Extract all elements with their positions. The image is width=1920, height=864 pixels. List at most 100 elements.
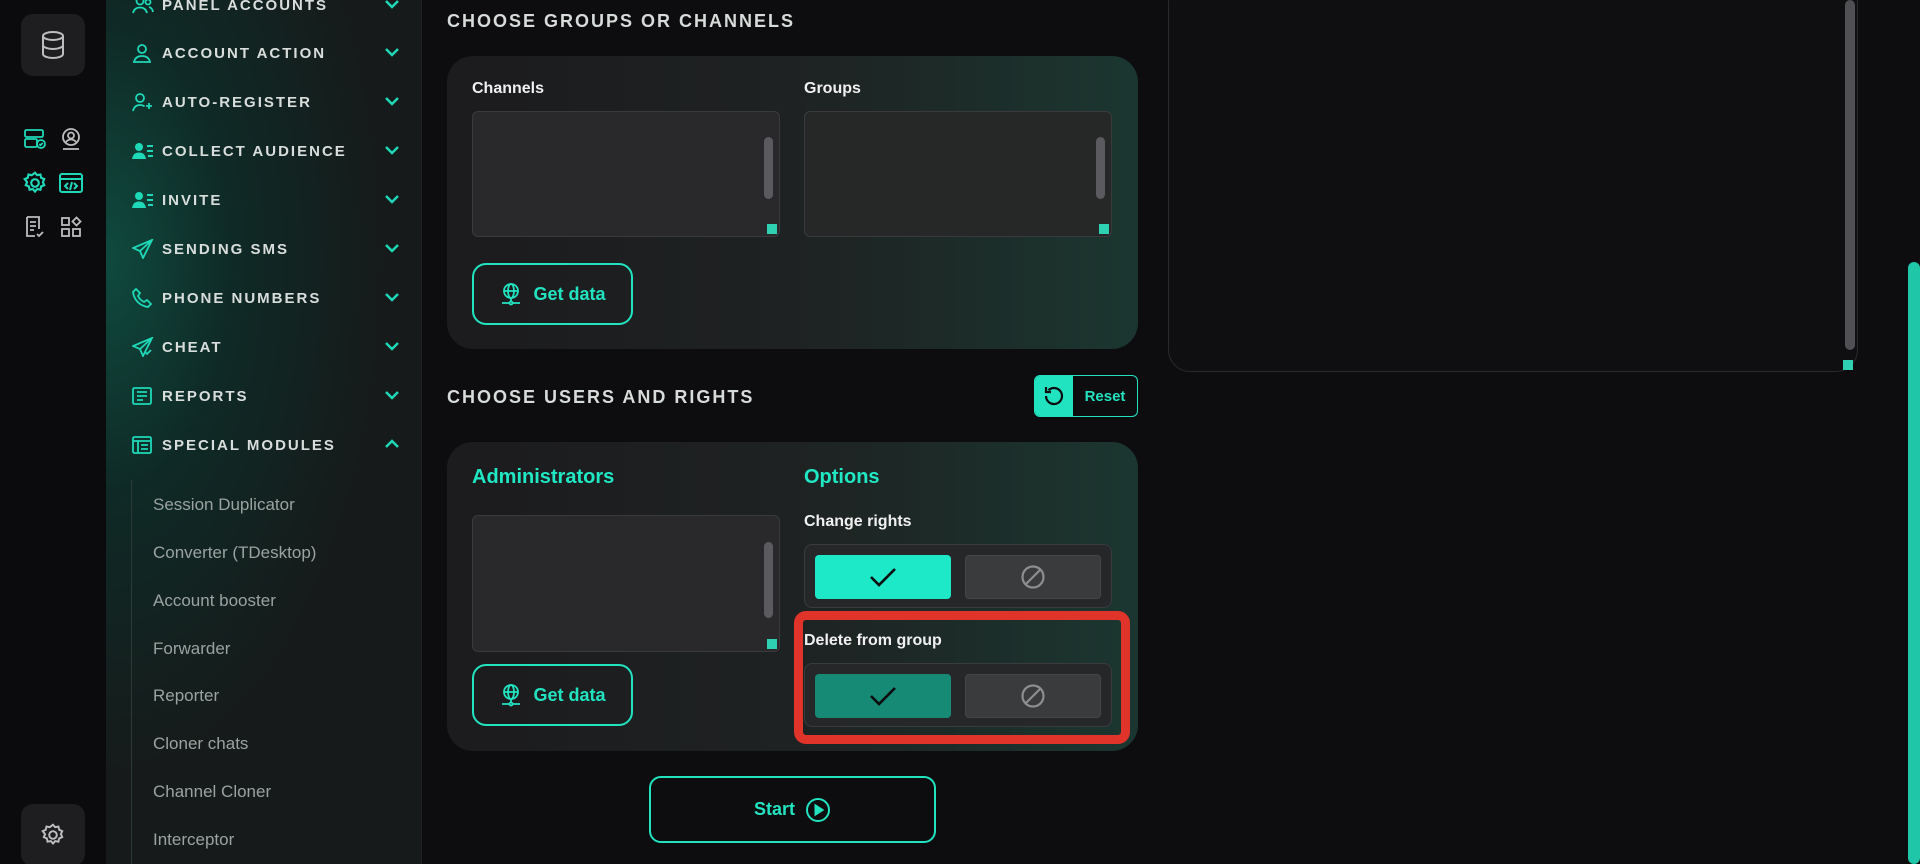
change-rights-yes-button[interactable] xyxy=(815,555,951,599)
administrators-label: Administrators xyxy=(472,466,615,488)
globe-network-icon xyxy=(502,684,521,707)
check-icon xyxy=(870,568,896,587)
chevron-down-icon xyxy=(385,0,399,9)
phone-icon xyxy=(132,287,158,309)
reset-icon-box xyxy=(1035,376,1073,416)
get-data-label: Get data xyxy=(533,283,606,304)
sidebar-item-label: ACCOUNT ACTION xyxy=(162,44,327,62)
chevron-down-icon xyxy=(385,342,399,351)
block-icon xyxy=(1021,565,1045,589)
channels-textarea[interactable] xyxy=(472,111,780,237)
sidebar-item-special-modules[interactable]: SPECIAL MODULES xyxy=(132,430,402,460)
scrollbar[interactable] xyxy=(764,542,773,618)
page-scrollbar[interactable] xyxy=(1908,262,1920,864)
resize-handle[interactable] xyxy=(767,224,777,234)
settings-gear-icon[interactable] xyxy=(22,170,48,196)
submenu-item[interactable]: Forwarder xyxy=(153,639,230,659)
sidebar-item-cheat[interactable]: CHEAT xyxy=(132,332,402,362)
chevron-down-icon xyxy=(385,48,399,57)
chevron-down-icon xyxy=(385,244,399,253)
sidebar-item-label: PHONE NUMBERS xyxy=(162,289,322,307)
output-scrollbar[interactable] xyxy=(1845,0,1855,350)
sidebar-item-label: REPORTS xyxy=(162,387,249,405)
sidebar-item-sending-sms[interactable]: SENDING SMS xyxy=(132,234,402,264)
reset-button[interactable]: Reset xyxy=(1034,375,1138,417)
sidebar-item-collect-audience[interactable]: COLLECT AUDIENCE xyxy=(132,136,402,166)
resize-handle[interactable] xyxy=(1843,360,1853,370)
options-label: Options xyxy=(804,466,880,488)
resize-handle[interactable] xyxy=(767,639,777,649)
groups-label: Groups xyxy=(804,80,861,97)
groups-section-title: CHOOSE GROUPS OR CHANNELS xyxy=(447,11,796,31)
chevron-down-icon xyxy=(385,146,399,155)
submenu-item[interactable]: Converter (TDesktop) xyxy=(153,543,316,563)
icon-rail xyxy=(0,0,106,864)
reset-label: Reset xyxy=(1084,387,1126,405)
sidebar-item-label: SENDING SMS xyxy=(162,240,290,258)
widgets-icon[interactable] xyxy=(58,214,84,240)
groups-textarea[interactable] xyxy=(804,111,1112,237)
sidebar-item-invite[interactable]: INVITE xyxy=(132,185,402,215)
sidebar-item-label: AUTO-REGISTER xyxy=(162,93,312,111)
users-icon xyxy=(132,0,158,16)
settings-button[interactable] xyxy=(21,804,85,864)
sidebar-item-auto-register[interactable]: AUTO-REGISTER xyxy=(132,87,402,117)
sidebar-item-label: SPECIAL MODULES xyxy=(162,436,336,454)
user-list-icon xyxy=(132,189,158,211)
submenu-item[interactable]: Reporter xyxy=(153,686,219,706)
app-root: PANEL ACCOUNTS ACCOUNT ACTION AUTO-REGIS… xyxy=(0,0,1920,864)
submenu-item[interactable]: Channel Cloner xyxy=(153,782,271,802)
globe-network-icon xyxy=(502,283,521,306)
server-check-icon[interactable] xyxy=(22,126,48,152)
users-section-title: CHOOSE USERS AND RIGHTS xyxy=(447,387,755,407)
send-check-icon xyxy=(132,336,158,358)
doc-check-icon[interactable] xyxy=(22,214,48,240)
submenu-item[interactable]: Session Duplicator xyxy=(153,495,295,515)
administrators-get-data-button[interactable]: Get data xyxy=(472,664,633,726)
user-list-icon xyxy=(132,140,158,162)
sidebar: PANEL ACCOUNTS ACCOUNT ACTION AUTO-REGIS… xyxy=(106,0,422,864)
database-button[interactable] xyxy=(21,14,85,76)
resize-handle[interactable] xyxy=(1099,224,1109,234)
chevron-down-icon xyxy=(385,195,399,204)
chevron-down-icon xyxy=(385,97,399,106)
channels-label: Channels xyxy=(472,80,545,97)
send-icon xyxy=(132,238,158,260)
change-rights-no-button[interactable] xyxy=(965,555,1101,599)
change-rights-toggle xyxy=(804,544,1112,608)
sidebar-item-reports[interactable]: REPORTS xyxy=(132,381,402,411)
scrollbar[interactable] xyxy=(1096,137,1105,199)
report-icon xyxy=(132,385,158,407)
chevron-down-icon xyxy=(385,293,399,302)
code-window-icon[interactable] xyxy=(58,170,84,196)
administrators-textarea[interactable] xyxy=(472,515,780,652)
sidebar-item-panel-accounts[interactable]: PANEL ACCOUNTS xyxy=(132,0,402,20)
groups-card: Channels Groups Get data xyxy=(447,56,1138,349)
start-button[interactable]: Start xyxy=(649,776,936,843)
sidebar-item-label: CHEAT xyxy=(162,338,223,356)
user-pin-icon[interactable] xyxy=(58,126,84,152)
get-data-label: Get data xyxy=(533,684,606,705)
start-label: Start xyxy=(753,799,795,819)
groups-get-data-button[interactable]: Get data xyxy=(472,263,633,325)
play-circle-icon xyxy=(806,797,830,822)
modules-icon xyxy=(132,434,158,456)
submenu-item[interactable]: Cloner chats xyxy=(153,734,248,754)
gear-icon xyxy=(41,823,64,846)
user-plus-icon xyxy=(132,91,158,113)
submenu-item[interactable]: Account booster xyxy=(153,591,276,611)
scrollbar[interactable] xyxy=(764,137,773,199)
database-icon xyxy=(42,31,64,60)
refresh-icon xyxy=(1044,386,1064,406)
output-textarea[interactable] xyxy=(1168,0,1858,372)
chevron-up-icon xyxy=(385,439,399,448)
submenu-item[interactable]: Interceptor xyxy=(153,830,234,850)
highlight-box xyxy=(794,611,1130,744)
sidebar-item-account-action[interactable]: ACCOUNT ACTION xyxy=(132,38,402,68)
sidebar-item-label: PANEL ACCOUNTS xyxy=(162,0,329,14)
sidebar-item-label: COLLECT AUDIENCE xyxy=(162,142,347,160)
sidebar-item-phone-numbers[interactable]: PHONE NUMBERS xyxy=(132,283,402,313)
change-rights-label: Change rights xyxy=(804,513,912,530)
submenu-divider xyxy=(131,480,132,864)
user-icon xyxy=(132,42,158,64)
